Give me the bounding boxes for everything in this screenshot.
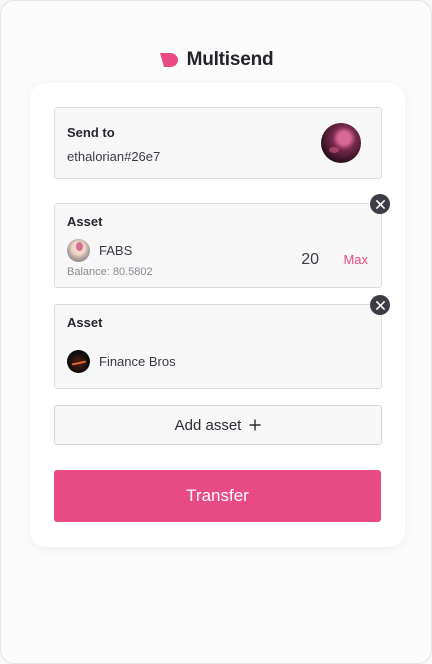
token-name: FABS bbox=[99, 243, 133, 258]
multisend-logo-icon bbox=[159, 53, 178, 67]
multisend-card: Send to ethalorian#26e7 Asset FABS Balan… bbox=[30, 83, 405, 547]
token-selector[interactable]: Finance Bros bbox=[67, 350, 176, 373]
fabs-token-icon bbox=[67, 239, 90, 262]
multisend-window: Multisend Send to ethalorian#26e7 Asset … bbox=[0, 0, 432, 664]
finance-bros-token-icon bbox=[67, 350, 90, 373]
brand-header: Multisend bbox=[1, 49, 431, 71]
remove-asset-button[interactable] bbox=[370, 295, 390, 315]
transfer-button[interactable]: Transfer bbox=[54, 470, 381, 522]
transfer-label: Transfer bbox=[186, 486, 249, 505]
close-icon bbox=[375, 199, 385, 209]
close-icon bbox=[375, 300, 385, 310]
plus-icon bbox=[249, 419, 261, 431]
token-selector[interactable]: FABS bbox=[67, 239, 132, 262]
send-to-label: Send to bbox=[67, 125, 115, 140]
asset-label: Asset bbox=[67, 315, 103, 330]
add-asset-button[interactable]: Add asset bbox=[54, 405, 382, 445]
asset-field-fabs[interactable]: Asset FABS Balance: 80.5802 20 Max bbox=[54, 203, 382, 288]
asset-field-finance-bros[interactable]: Asset Finance Bros bbox=[54, 304, 382, 389]
recipient-avatar bbox=[321, 123, 361, 163]
brand-name: Multisend bbox=[186, 49, 274, 70]
send-to-field[interactable]: Send to ethalorian#26e7 bbox=[54, 107, 382, 179]
add-asset-label: Add asset bbox=[174, 416, 242, 434]
token-name: Finance Bros bbox=[99, 354, 176, 369]
amount-input[interactable]: 20 bbox=[301, 251, 319, 269]
token-balance: Balance: 80.5802 bbox=[67, 266, 153, 278]
remove-asset-button[interactable] bbox=[370, 194, 390, 214]
max-button[interactable]: Max bbox=[343, 252, 368, 267]
asset-label: Asset bbox=[67, 214, 103, 229]
recipient-name: ethalorian#26e7 bbox=[67, 149, 161, 164]
